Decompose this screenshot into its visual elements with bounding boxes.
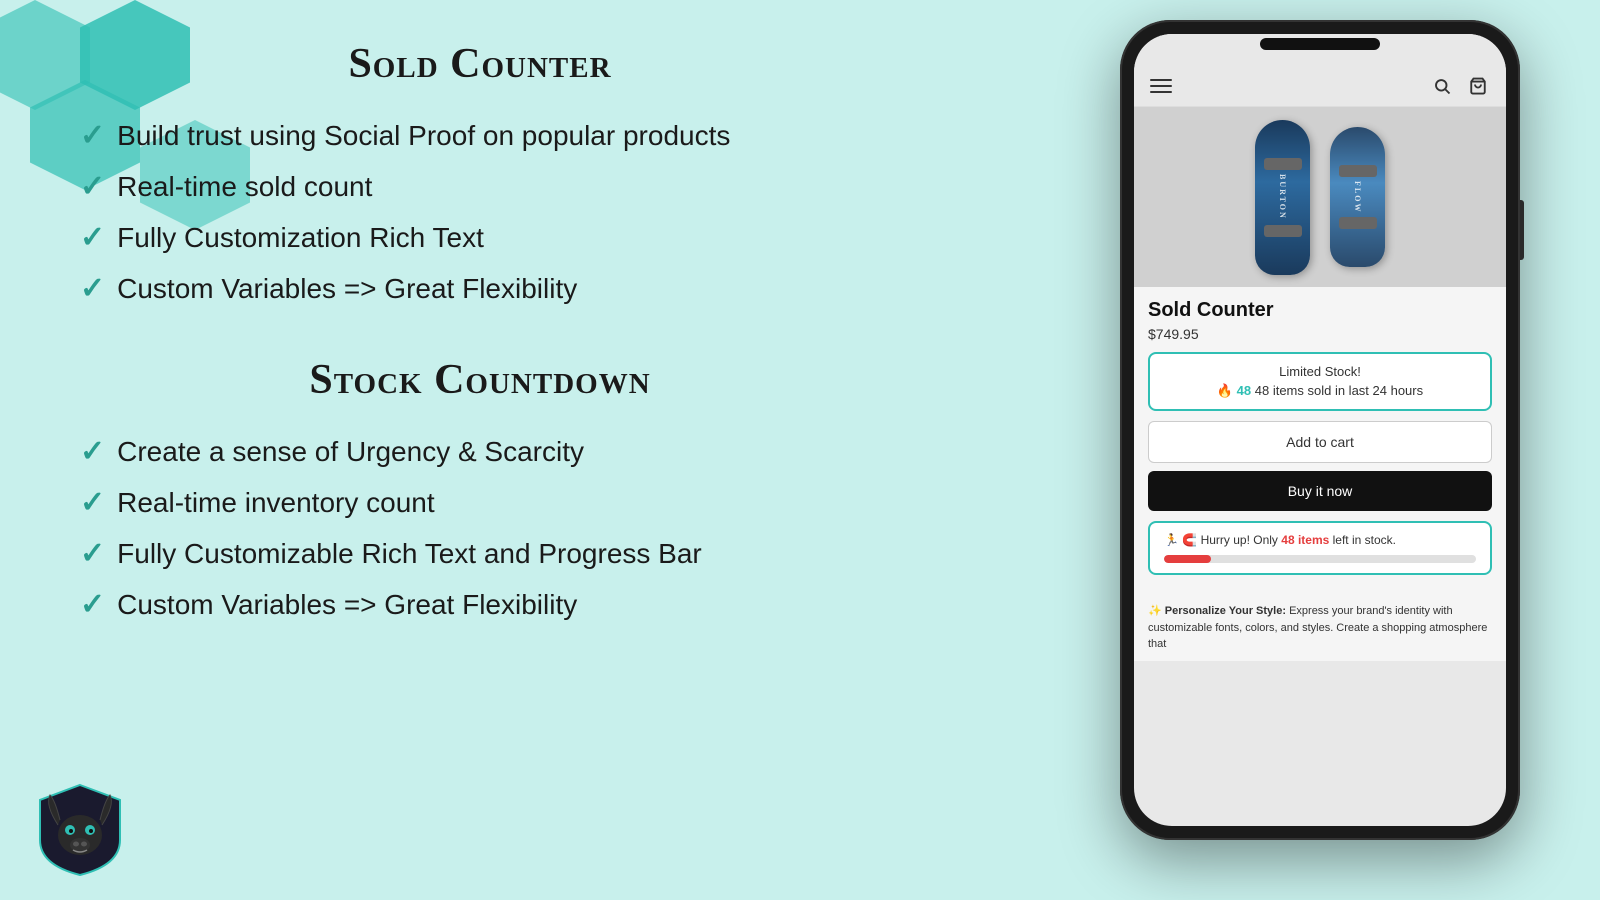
sold-counter-features: ✓ Build trust using Social Proof on popu…: [80, 118, 880, 306]
check-icon-4: ✓: [80, 271, 105, 306]
sold-counter-badge-title: Limited Stock!: [1164, 364, 1476, 379]
check-icon-7: ✓: [80, 536, 105, 571]
check-icon-2: ✓: [80, 169, 105, 204]
stock-feature-3: ✓ Fully Customizable Rich Text and Progr…: [80, 536, 880, 571]
phone-notch: [1260, 38, 1380, 50]
snowboard-text-right: FLOW: [1353, 181, 1362, 213]
phone-screen: BURTON FLOW Sold Counter $749.95: [1134, 34, 1506, 826]
sold-feature-3: ✓ Fully Customization Rich Text: [80, 220, 880, 255]
left-panel: Sold Counter ✓ Build trust using Social …: [80, 40, 880, 672]
top-bar-icons: [1430, 74, 1490, 98]
product-info-section: Sold Counter $749.95 Limited Stock! 🔥 48…: [1134, 287, 1506, 595]
snowboard-text-left: BURTON: [1278, 174, 1287, 220]
hamburger-menu-icon[interactable]: [1150, 79, 1172, 93]
stock-progress-bar-fill: [1164, 555, 1211, 563]
product-image-area: BURTON FLOW: [1134, 107, 1506, 287]
stock-countdown-title: Stock Countdown: [80, 356, 880, 404]
stock-countdown-features: ✓ Create a sense of Urgency & Scarcity ✓…: [80, 434, 880, 622]
binding-top-left: [1264, 158, 1302, 170]
stock-progress-bar-bg: [1164, 555, 1476, 563]
cart-icon[interactable]: [1466, 74, 1490, 98]
sold-feature-2: ✓ Real-time sold count: [80, 169, 880, 204]
stock-feature-2: ✓ Real-time inventory count: [80, 485, 880, 520]
phone-side-button: [1520, 200, 1524, 260]
stock-feature-1: ✓ Create a sense of Urgency & Scarcity: [80, 434, 880, 469]
binding-top-right: [1339, 165, 1377, 177]
check-icon-8: ✓: [80, 587, 105, 622]
phone-mockup-container: BURTON FLOW Sold Counter $749.95: [1120, 20, 1540, 880]
sold-counter-badge-detail: 🔥 48 48 items sold in last 24 hours: [1164, 383, 1476, 399]
binding-bottom-right: [1339, 217, 1377, 229]
binding-bottom-left: [1264, 225, 1302, 237]
product-price: $749.95: [1148, 326, 1492, 342]
search-icon[interactable]: [1430, 74, 1454, 98]
sold-counter-badge: Limited Stock! 🔥 48 48 items sold in las…: [1148, 352, 1492, 411]
phone-outer: BURTON FLOW Sold Counter $749.95: [1120, 20, 1520, 840]
snowboard-container: BURTON FLOW: [1245, 110, 1395, 285]
sold-counter-title: Sold Counter: [80, 40, 880, 88]
check-icon-6: ✓: [80, 485, 105, 520]
bottom-description-text: ✨ Personalize Your Style: Express your b…: [1134, 595, 1506, 661]
bull-logo: [30, 780, 130, 880]
stock-feature-4: ✓ Custom Variables => Great Flexibility: [80, 587, 880, 622]
add-to-cart-button[interactable]: Add to cart: [1148, 421, 1492, 463]
stock-countdown-text: 🏃 🧲 Hurry up! Only 48 items left in stoc…: [1164, 533, 1476, 547]
check-icon-1: ✓: [80, 118, 105, 153]
sold-feature-1: ✓ Build trust using Social Proof on popu…: [80, 118, 880, 153]
snowboard-left: BURTON: [1255, 120, 1310, 275]
snowboard-right: FLOW: [1330, 127, 1385, 267]
sold-feature-4: ✓ Custom Variables => Great Flexibility: [80, 271, 880, 306]
product-name: Sold Counter: [1148, 299, 1492, 322]
stock-countdown-badge: 🏃 🧲 Hurry up! Only 48 items left in stoc…: [1148, 521, 1492, 575]
check-icon-5: ✓: [80, 434, 105, 469]
check-icon-3: ✓: [80, 220, 105, 255]
buy-now-button[interactable]: Buy it now: [1148, 471, 1492, 511]
